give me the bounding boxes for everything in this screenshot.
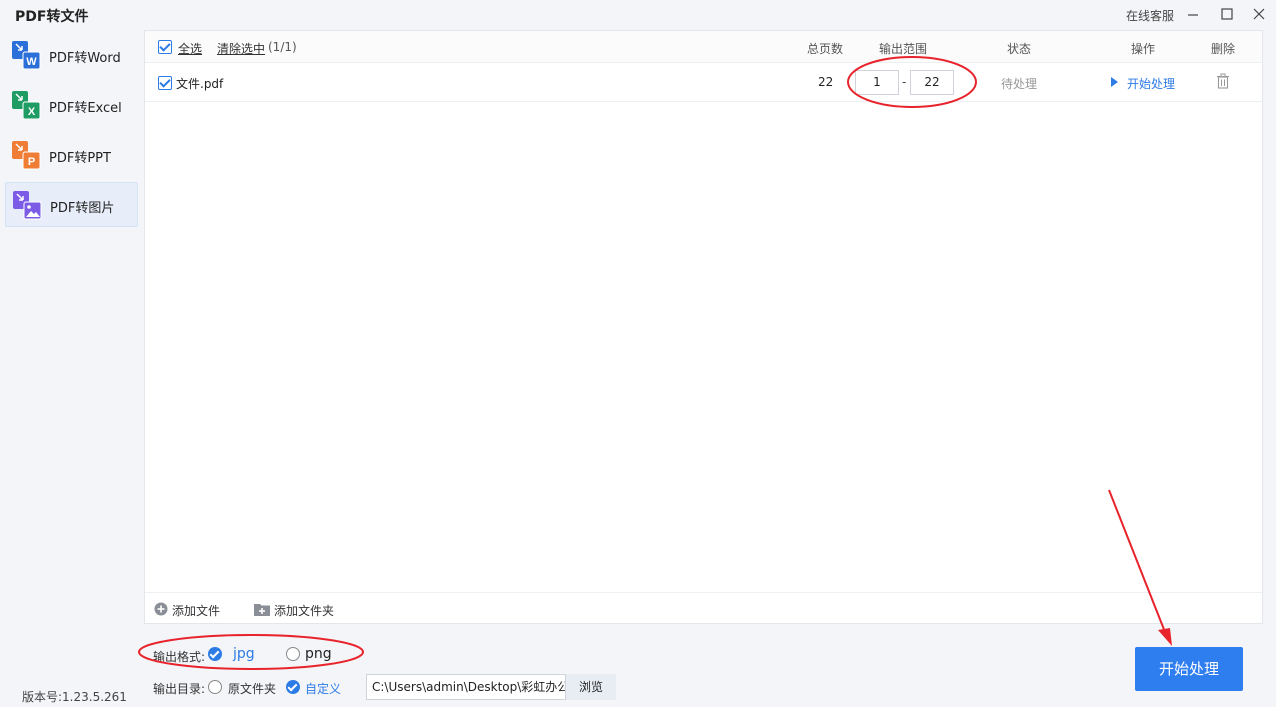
column-header-status: 状态 [1007,42,1032,56]
browse-button[interactable]: 浏览 [566,674,616,700]
sidebar-item-label: PDF转图片 [50,201,115,216]
clear-selection-link[interactable]: 清除选中 [217,40,265,57]
title-bar: PDF转文件 在线客服 [0,0,1276,30]
file-name: 文件.pdf [176,77,224,91]
panel-footer: 添加文件 添加文件夹 [145,592,1262,624]
output-dir-label: 输出目录: [153,682,206,696]
format-jpg-label[interactable]: jpg [233,646,255,662]
column-header-range: 输出范围 [879,42,928,56]
start-row-button[interactable]: 开始处理 [1127,75,1175,92]
play-icon[interactable] [1111,77,1118,87]
start-processing-button[interactable]: 开始处理 [1135,647,1243,691]
dir-original-radio[interactable] [208,680,222,694]
sidebar-item-pdf-to-word[interactable]: W PDF转Word [5,33,138,78]
sidebar-item-label: PDF转Excel [49,101,122,116]
minimize-icon[interactable] [1184,5,1202,23]
format-jpg-radio[interactable] [208,647,222,661]
range-start-input[interactable]: 1 [855,70,899,95]
add-file-icon[interactable] [154,602,168,616]
svg-text:W: W [26,56,37,68]
sidebar-item-label: PDF转Word [49,51,121,66]
svg-text:X: X [28,106,36,118]
sidebar-item-pdf-to-excel[interactable]: X PDF转Excel [5,83,138,128]
table-header: 全选 清除选中 (1/1) 总页数 输出范围 状态 操作 删除 [145,31,1262,63]
close-icon[interactable] [1250,5,1268,23]
online-support-link[interactable]: 在线客服 [1126,7,1174,24]
add-file-button[interactable]: 添加文件 [172,602,220,619]
range-separator: - [902,75,907,89]
annotation-arrow-head [1158,628,1172,646]
ppt-icon: P [12,141,41,170]
output-path-input[interactable]: C:\Users\admin\Desktop\彩虹办公 [366,674,566,700]
image-icon [13,191,42,220]
dir-original-label[interactable]: 原文件夹 [228,680,276,697]
sidebar-item-pdf-to-image[interactable]: PDF转图片 [5,182,138,227]
table-row: 文件.pdf 22 1 - 22 待处理 开始处理 [145,63,1262,102]
sidebar-item-label: PDF转PPT [49,151,111,166]
selection-count: (1/1) [268,40,297,54]
file-list-panel: 全选 清除选中 (1/1) 总页数 输出范围 状态 操作 删除 文件.pdf 2… [144,30,1263,624]
add-folder-icon[interactable] [254,602,270,616]
page-count: 22 [818,75,834,89]
sidebar-item-pdf-to-ppt[interactable]: P PDF转PPT [5,133,138,178]
version-label: 版本号:1.23.5.261 [22,690,127,704]
format-png-radio[interactable] [286,647,300,661]
maximize-icon[interactable] [1218,5,1236,23]
select-all-checkbox[interactable] [158,40,172,54]
trash-icon[interactable] [1216,73,1230,89]
column-header-delete: 删除 [1211,42,1236,56]
sidebar: W PDF转Word X PDF转Excel P PDF转PPT PDF转图片 [0,30,142,670]
excel-icon: X [12,91,41,120]
range-end-input[interactable]: 22 [910,70,954,95]
column-header-action: 操作 [1131,42,1156,56]
column-header-pages: 总页数 [807,42,844,56]
dir-custom-radio[interactable] [286,680,300,694]
status-text: 待处理 [1001,77,1038,91]
app-title: PDF转文件 [15,9,89,25]
format-png-label[interactable]: png [305,646,332,662]
word-icon: W [12,41,41,70]
dir-custom-label[interactable]: 自定义 [305,680,341,697]
row-checkbox[interactable] [158,76,172,90]
select-all-link[interactable]: 全选 [178,40,202,57]
add-folder-button[interactable]: 添加文件夹 [274,602,334,619]
svg-text:P: P [28,156,35,168]
output-format-label: 输出格式: [153,650,206,664]
